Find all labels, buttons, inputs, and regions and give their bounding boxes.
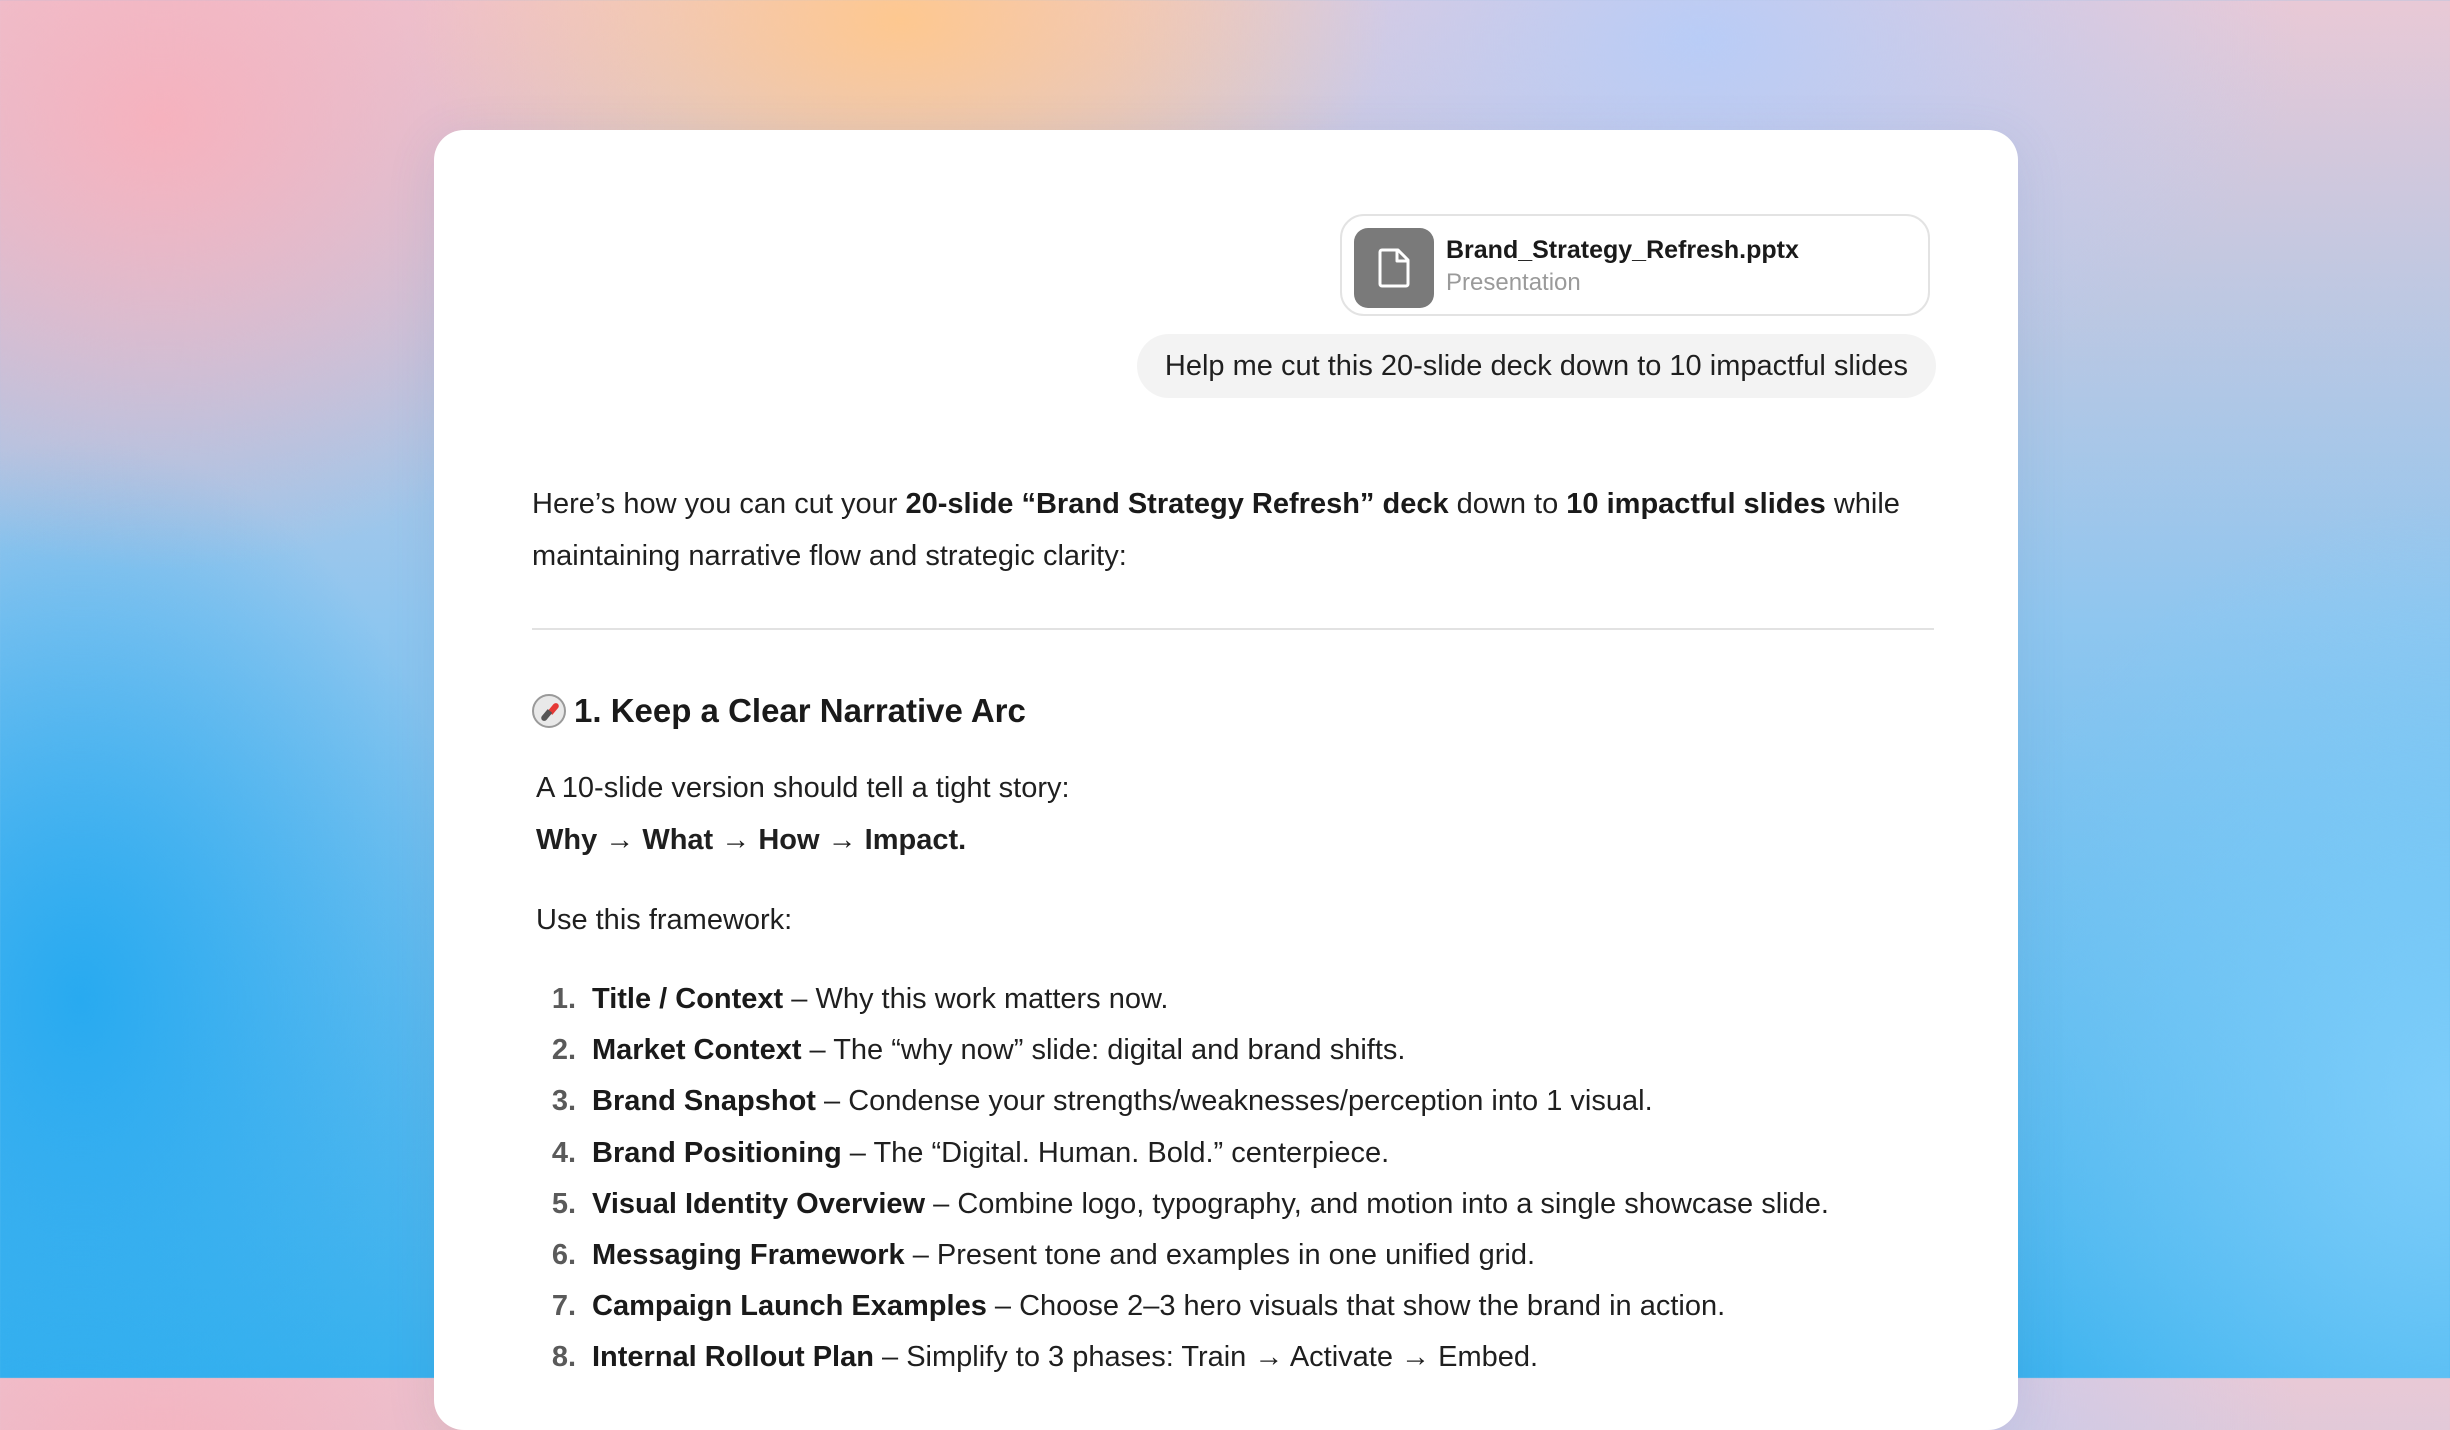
document-icon [1354,228,1434,308]
file-attachment[interactable]: Brand_Strategy_Refresh.pptx Presentation [1340,214,1930,316]
list-item: 7. Campaign Launch Examples – Choose 2–3 … [551,1290,1726,1323]
list-item: 6. Messaging Framework – Present tone and… [551,1239,1536,1272]
list-item: 4. Brand Positioning – The “Digital. Huma… [551,1136,1390,1169]
file-type: Presentation [1446,269,1581,296]
divider [532,628,1934,630]
section-line-3: Use this framework: [536,904,793,936]
section-heading: 1. Keep a Clear Narrative Arc [532,692,1026,730]
section-title: 1. Keep a Clear Narrative Arc [574,692,1026,729]
response-intro: Here’s how you can cut your 20-slide “Br… [532,488,1900,572]
list-item: 1. Title / Context – Why this work matter… [551,983,1169,1015]
user-message: Help me cut this 20-slide deck down to 1… [1136,334,1936,398]
section-line-2: Why → What → How → Impact. [536,824,967,856]
chat-card: Brand_Strategy_Refresh.pptx Presentation… [434,130,2018,1430]
compass-icon [532,694,566,728]
file-name: Brand_Strategy_Refresh.pptx [1446,236,1799,264]
section-line-1: A 10-slide version should tell a tight s… [536,772,1070,804]
list-item: 3. Brand Snapshot – Condense your strengt… [551,1085,1653,1118]
list-item: 8. Internal Rollout Plan – Simplify to 3 … [551,1341,1539,1374]
framework-list: 1. Title / Context – Why this work matter… [536,974,1829,1384]
list-item: 5. Visual Identity Overview – Combine log… [551,1187,1829,1220]
list-item: 2. Market Context – The “why now” slide: … [551,1034,1406,1067]
